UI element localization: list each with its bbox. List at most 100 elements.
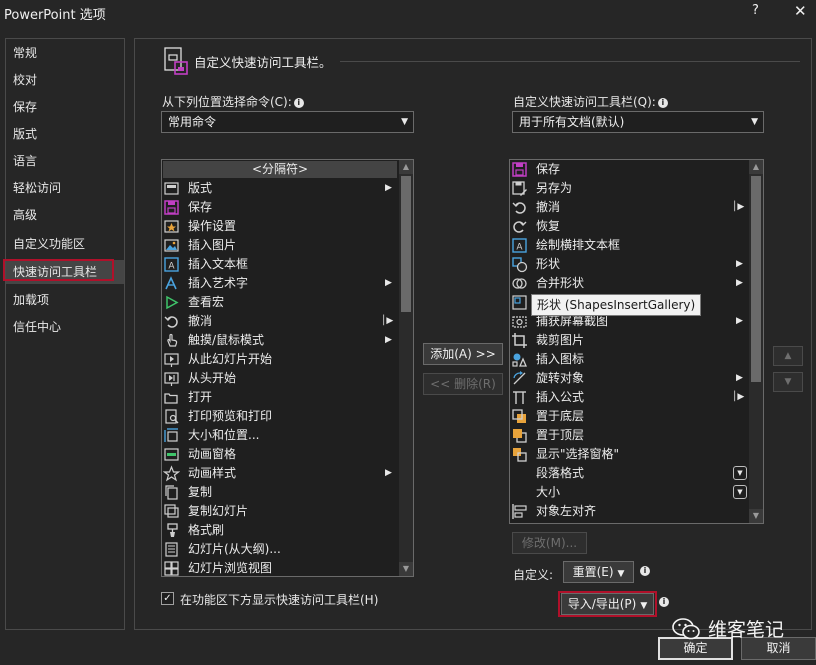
separator-item: <分隔符> [163, 161, 397, 178]
nav-item-accessibility[interactable]: 轻松访问 [6, 176, 124, 200]
available-command-row[interactable]: 操作设置 [162, 217, 398, 236]
available-command-label: 操作设置 [188, 219, 237, 233]
available-command-row[interactable]: 撤消 │▶ [162, 312, 398, 331]
available-command-row[interactable]: 复制幻灯片 [162, 502, 398, 521]
nav-item-save[interactable]: 保存 [6, 95, 124, 119]
toolbar-command-row[interactable]: 大小 ▼ [510, 483, 748, 502]
available-command-row[interactable]: 插入艺术字 ▶ [162, 274, 398, 293]
available-command-label: 幻灯片浏览视图 [188, 561, 273, 575]
available-command-row[interactable]: 查看宏 [162, 293, 398, 312]
scroll-thumb[interactable] [401, 176, 411, 312]
available-command-row[interactable]: 版式 ▶ [162, 179, 398, 198]
available-command-label: 动画窗格 [188, 447, 237, 461]
nav-item-proofing[interactable]: 校对 [6, 68, 124, 92]
shapes-tooltip: 形状 (ShapesInsertGallery) [531, 294, 702, 316]
toolbar-command-row[interactable]: 形状 ▶ [510, 255, 748, 274]
toolbar-command-row[interactable]: 插入公式 │▶ [510, 388, 748, 407]
toolbar-command-label: 插入图标 [536, 352, 585, 366]
toolbar-command-row[interactable]: 裁剪图片 [510, 331, 748, 350]
available-command-row[interactable]: 触摸/鼠标模式 ▶ [162, 331, 398, 350]
scroll-up-icon[interactable]: ▲ [749, 160, 763, 174]
help-button[interactable]: ? [752, 3, 759, 18]
size-position-icon [164, 428, 178, 442]
chevron-down-icon: ▼ [401, 117, 408, 127]
toolbar-command-row[interactable]: 撤消 │▶ [510, 198, 748, 217]
toolbar-command-row[interactable]: A 绘制横排文本框 [510, 236, 748, 255]
available-command-label: 动画样式 [188, 466, 237, 480]
left-list-scrollbar[interactable]: ▲ ▼ [399, 160, 413, 576]
scroll-up-icon[interactable]: ▲ [399, 160, 413, 174]
right-list-scrollbar[interactable]: ▲ ▼ [749, 160, 763, 523]
toolbar-command-label: 保存 [536, 162, 561, 176]
dropdown-box-icon: ▼ [733, 485, 747, 499]
nav-item-customize-ribbon[interactable]: 自定义功能区 [6, 232, 124, 256]
available-command-row[interactable]: 幻灯片(从大纲)... [162, 540, 398, 559]
available-command-label: 幻灯片(从大纲)... [188, 542, 281, 556]
nav-item-layout[interactable]: 版式 [6, 122, 124, 146]
scroll-down-icon[interactable]: ▼ [749, 509, 763, 523]
split-arrow-icon: │▶ [732, 392, 745, 402]
move-down-button[interactable]: ▼ [773, 372, 803, 392]
available-command-row[interactable]: 动画样式 ▶ [162, 464, 398, 483]
available-command-row[interactable]: <分隔符> [162, 160, 398, 179]
close-button[interactable]: ✕ [794, 2, 807, 20]
toolbar-commands-list[interactable]: 对象左对齐 大小 ▼ 段落格式 ▼ 显示"选择窗格" 置于顶层 置于底层 插入公式 │▶ 旋转对象 ▶… [509, 159, 764, 524]
remove-button[interactable]: << 删除(R) [423, 373, 503, 395]
nav-item-language[interactable]: 语言 [6, 149, 124, 173]
toolbar-command-row[interactable]: 置于顶层 [510, 426, 748, 445]
toolbar-command-row[interactable]: 插入图标 [510, 350, 748, 369]
available-command-row[interactable]: 幻灯片浏览视图 [162, 559, 398, 576]
toolbar-command-row[interactable]: 另存为 [510, 179, 748, 198]
toolbar-command-row[interactable]: 置于底层 [510, 407, 748, 426]
info-icon: i [640, 566, 650, 576]
available-command-row[interactable]: 打开 [162, 388, 398, 407]
nav-item-advanced[interactable]: 高级 [6, 203, 124, 227]
available-command-row[interactable]: 从头开始 [162, 369, 398, 388]
available-command-row[interactable]: 大小和位置... [162, 426, 398, 445]
slides-from-outline-icon [165, 542, 178, 557]
customize-toolbar-value: 用于所有文档(默认) [519, 115, 625, 129]
available-command-row[interactable]: 保存 [162, 198, 398, 217]
available-command-row[interactable]: 复制 [162, 483, 398, 502]
nav-item-general[interactable]: 常规 [6, 41, 124, 65]
available-command-row[interactable]: 打印预览和打印 [162, 407, 398, 426]
available-command-row[interactable]: 格式刷 [162, 521, 398, 540]
submenu-arrow-icon: ▶ [736, 278, 743, 288]
equation-icon [513, 391, 526, 404]
toolbar-command-label: 大小 [536, 485, 561, 499]
touch-mode-icon [167, 333, 178, 347]
toolbar-command-row[interactable]: 保存 [510, 160, 748, 179]
nav-item-trust-center[interactable]: 信任中心 [6, 315, 124, 339]
nav-item-addins[interactable]: 加载项 [6, 288, 124, 312]
split-arrow-icon: │▶ [732, 202, 745, 212]
move-up-button[interactable]: ▲ [773, 346, 803, 366]
play-from-start-icon [164, 372, 179, 386]
rotate-icon [513, 371, 526, 385]
modify-button[interactable]: 修改(M)... [512, 532, 587, 554]
available-command-row[interactable]: 插入图片 [162, 236, 398, 255]
toolbar-command-row[interactable]: 合并形状 ▶ [510, 274, 748, 293]
customize-toolbar-dropdown[interactable]: 用于所有文档(默认) ▼ [512, 111, 764, 133]
open-folder-icon [164, 393, 178, 404]
choose-commands-dropdown[interactable]: 常用命令 ▼ [161, 111, 414, 133]
toolbar-command-row[interactable]: 旋转对象 ▶ [510, 369, 748, 388]
available-command-row[interactable]: A 插入文本框 [162, 255, 398, 274]
available-command-row[interactable]: 动画窗格 [162, 445, 398, 464]
save-icon [512, 162, 527, 177]
toolbar-command-row[interactable]: 显示"选择窗格" [510, 445, 748, 464]
reset-button[interactable]: 重置(E) ▼ [563, 561, 634, 583]
available-commands-list[interactable]: 幻灯片浏览视图 幻灯片(从大纲)... 格式刷 复制幻灯片 复制 动画样式 ▶ 动画窗格 大小和… [161, 159, 414, 577]
toolbar-command-label: 置于顶层 [536, 428, 585, 442]
scroll-thumb[interactable] [751, 176, 761, 382]
toolbar-command-row[interactable]: 恢复 [510, 217, 748, 236]
format-painter-icon [167, 523, 178, 537]
choose-commands-label-text: 从下列位置选择命令(C): [162, 95, 292, 109]
show-below-ribbon-checkbox[interactable]: ✓ [161, 592, 174, 605]
toolbar-command-row[interactable]: 对象左对齐 [510, 502, 748, 521]
add-button[interactable]: 添加(A) >> [423, 343, 503, 365]
merge-shapes-icon [512, 278, 527, 289]
toolbar-command-row[interactable]: 段落格式 ▼ [510, 464, 748, 483]
scroll-down-icon[interactable]: ▼ [399, 562, 413, 576]
available-command-row[interactable]: 从此幻灯片开始 [162, 350, 398, 369]
animation-pane-icon [164, 448, 179, 461]
